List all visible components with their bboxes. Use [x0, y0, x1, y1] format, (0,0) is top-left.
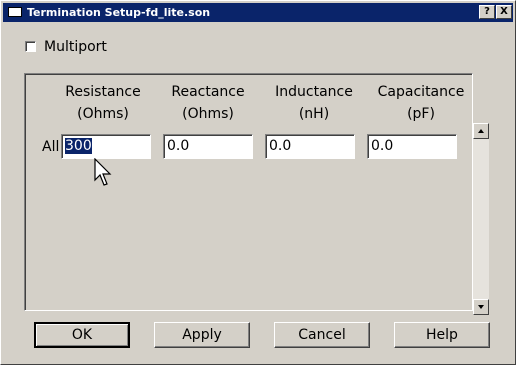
dialog-window: Termination Setup-fd_lite.son ? X Multip… — [0, 0, 516, 365]
row-label-all: All — [42, 139, 60, 155]
column-name: Capacitance — [377, 84, 465, 100]
title-bar[interactable]: Termination Setup-fd_lite.son ? X — [3, 3, 513, 22]
scroll-down-arrow-icon[interactable] — [473, 299, 489, 315]
help-button[interactable]: Help — [394, 322, 490, 348]
multiport-label: Multiport — [44, 39, 107, 55]
context-help-button[interactable]: ? — [479, 5, 495, 19]
apply-button[interactable]: Apply — [154, 322, 250, 348]
reactance-input[interactable]: 0.0 — [163, 134, 253, 159]
column-header-capacitance: Capacitance (pF) — [371, 81, 471, 125]
close-button[interactable]: X — [496, 5, 512, 19]
column-name: Reactance — [171, 84, 245, 100]
selected-text: 300 — [65, 138, 92, 154]
column-header-reactance: Reactance (Ohms) — [158, 81, 258, 125]
mouse-pointer-icon — [94, 158, 112, 186]
column-name: Resistance — [65, 84, 141, 100]
scroll-up-arrow-icon[interactable] — [473, 123, 489, 139]
column-unit: (Ohms) — [77, 106, 129, 122]
multiport-checkbox[interactable] — [25, 41, 36, 52]
cancel-button[interactable]: Cancel — [274, 322, 370, 348]
column-header-resistance: Resistance (Ohms) — [53, 81, 153, 125]
column-name: Inductance — [275, 84, 353, 100]
ok-button[interactable]: OK — [34, 322, 130, 348]
column-unit: (nH) — [298, 106, 330, 122]
window-title: Termination Setup-fd_lite.son — [27, 6, 211, 19]
window-icon — [8, 7, 22, 17]
inductance-input[interactable]: 0.0 — [265, 134, 355, 159]
resistance-input[interactable]: 300 — [61, 134, 151, 159]
column-unit: (pF) — [407, 106, 435, 122]
vertical-scrollbar[interactable] — [473, 123, 489, 315]
capacitance-input[interactable]: 0.0 — [367, 134, 457, 159]
column-header-inductance: Inductance (nH) — [264, 81, 364, 125]
column-unit: (Ohms) — [182, 106, 234, 122]
